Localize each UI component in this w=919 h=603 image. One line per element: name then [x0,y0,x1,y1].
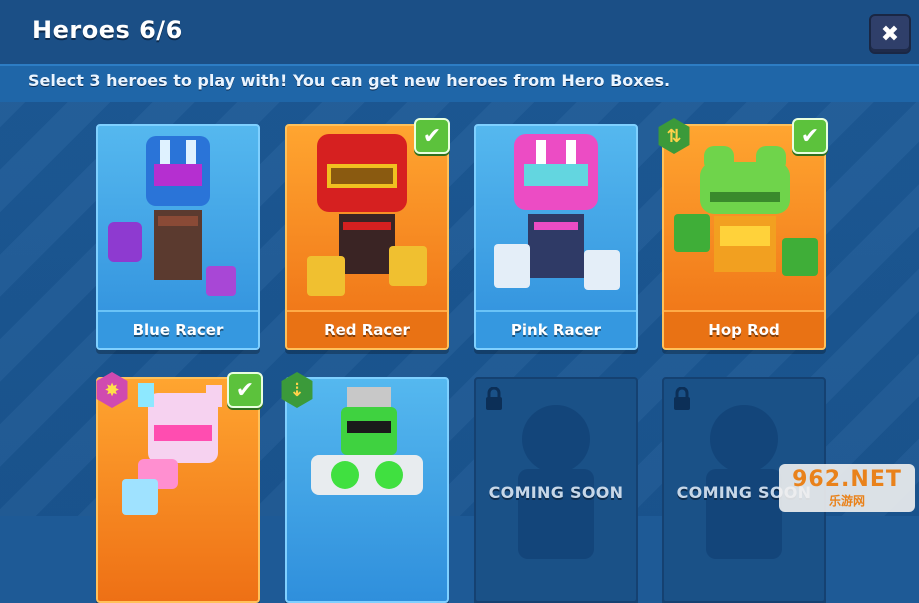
coming-soon-label: COMING SOON [488,483,624,502]
selected-check-icon: ✔ [227,372,263,408]
instruction-text: Select 3 heroes to play with! You can ge… [28,71,671,90]
site-watermark: 962.NET 乐游网 [779,464,915,512]
hero-card-red-racer[interactable]: Red Racer [285,124,449,350]
hero-pink-racer-image [494,134,620,290]
lock-icon [486,387,502,410]
hero-card-robot[interactable] [285,377,449,603]
hero-name: Blue Racer [98,310,258,348]
hero-card-unicorn[interactable] [96,377,260,603]
close-icon: ✖ [880,21,900,47]
hero-blue-racer-image [108,136,236,296]
hero-name: Hop Rod [664,310,824,348]
hero-name: Red Racer [287,310,447,348]
selected-check-icon: ✔ [792,118,828,154]
hero-name: Pink Racer [476,310,636,348]
hero-card-hop-rod[interactable]: Hop Rod [662,124,826,350]
locked-hero-silhouette [518,405,594,559]
locked-hero-slot: COMING SOON [474,377,638,603]
hero-card-blue-racer[interactable]: Blue Racer [96,124,260,350]
watermark-main: 962.NET [792,467,902,492]
watermark-sub: 乐游网 [828,494,865,508]
lock-icon [674,387,690,410]
hero-robot-image [311,387,423,495]
page-title: Heroes 6/6 [32,16,183,44]
selected-check-icon: ✔ [414,118,450,154]
close-button[interactable]: ✖ [869,14,911,54]
hero-card-pink-racer[interactable]: Pink Racer [474,124,638,350]
